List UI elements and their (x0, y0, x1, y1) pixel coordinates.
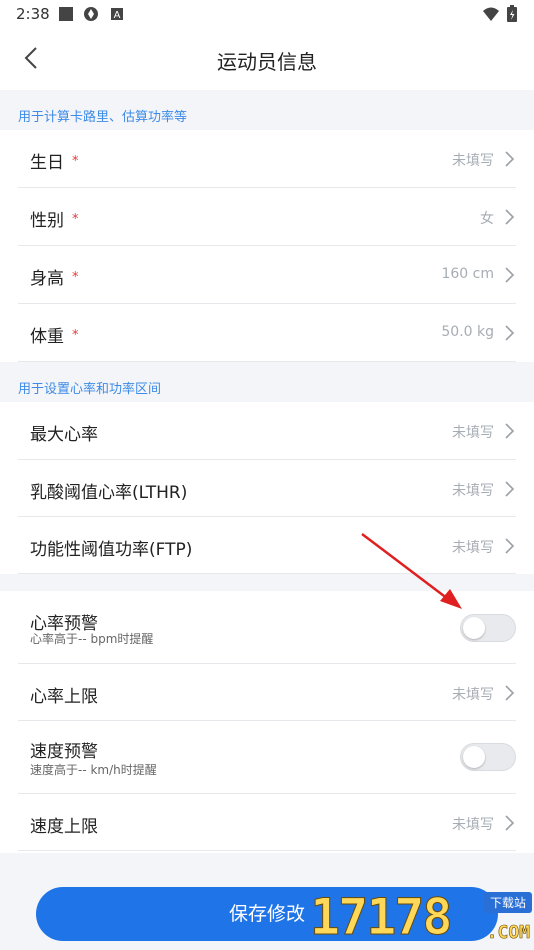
lthr-label: 乳酸阈值心率(LTHR) (30, 483, 188, 503)
chevron-right-icon (505, 538, 515, 554)
svg-text:A: A (114, 10, 121, 21)
height-row[interactable]: 身高 * 160 cm (18, 246, 516, 304)
max-heart-rate-label: 最大心率 (30, 425, 98, 445)
section-hint-zones: 用于设置心率和功率区间 (18, 382, 162, 397)
watermark-domain: .COM (486, 922, 530, 944)
required-mark: * (72, 212, 79, 227)
speed-limit-label: 速度上限 (30, 817, 98, 837)
a-notification-icon: A (111, 8, 123, 21)
watermark-badge: 下载站 (483, 892, 532, 913)
hr-alert-toggle[interactable] (460, 614, 516, 642)
speed-alert-label: 速度预警 (30, 742, 98, 762)
gender-row[interactable]: 性别 * 女 (18, 188, 516, 246)
section-hint-calories: 用于计算卡路里、估算功率等 (18, 110, 188, 125)
birthday-value: 未填写 (452, 153, 494, 169)
hr-alert-row: 心率预警 心率高于-- bpm时提醒 (18, 591, 516, 664)
weight-row[interactable]: 体重 * 50.0 kg (18, 304, 516, 362)
hr-limit-value: 未填写 (452, 687, 494, 703)
page-title: 运动员信息 (217, 50, 317, 74)
speed-alert-subtitle: 速度高于-- km/h时提醒 (30, 763, 157, 777)
birthday-label: 生日 * (30, 153, 79, 173)
zones-card: 最大心率 未填写 乳酸阈值心率(LTHR) 未填写 功能性阈值功率(FTP) 未… (0, 402, 534, 574)
basic-info-card: 生日 * 未填写 性别 * 女 身高 * 160 cm 体重 * 50.0 kg (0, 130, 534, 362)
chevron-right-icon (505, 815, 515, 831)
hr-alert-subtitle: 心率高于-- bpm时提醒 (30, 632, 154, 646)
height-label: 身高 * (30, 269, 79, 289)
watermark-logo: 17178 下载站 .COM (310, 888, 534, 950)
lthr-value: 未填写 (452, 483, 494, 499)
lthr-row[interactable]: 乳酸阈值心率(LTHR) 未填写 (18, 460, 516, 517)
ftp-row[interactable]: 功能性阈值功率(FTP) 未填写 (18, 517, 516, 574)
status-bar: 2:38 A (0, 0, 534, 28)
speed-alert-row: 速度预警 速度高于-- km/h时提醒 (18, 721, 516, 794)
gender-label: 性别 * (30, 211, 79, 231)
required-mark: * (72, 270, 79, 285)
status-time: 2:38 (16, 5, 50, 23)
chevron-right-icon (505, 481, 515, 497)
max-heart-rate-row[interactable]: 最大心率 未填写 (18, 402, 516, 460)
app-header: 运动员信息 (0, 28, 534, 90)
speed-alert-toggle[interactable] (460, 743, 516, 771)
watermark-digits: 17178 (310, 888, 454, 947)
gender-value: 女 (480, 211, 494, 227)
hr-limit-label: 心率上限 (30, 687, 98, 707)
notification-square-icon (59, 7, 73, 21)
app-notification-icon (84, 7, 98, 21)
required-mark: * (72, 154, 79, 169)
battery-icon (507, 5, 517, 22)
wifi-icon (483, 7, 499, 21)
speed-limit-value: 未填写 (452, 817, 494, 833)
birthday-row[interactable]: 生日 * 未填写 (18, 130, 516, 188)
ftp-label: 功能性阈值功率(FTP) (30, 540, 193, 560)
weight-value: 50.0 kg (441, 324, 494, 340)
chevron-right-icon (505, 685, 515, 701)
speed-limit-row[interactable]: 速度上限 未填写 (18, 794, 516, 851)
alerts-card: 心率预警 心率高于-- bpm时提醒 心率上限 未填写 速度预警 速度高于-- … (0, 591, 534, 853)
hr-limit-row[interactable]: 心率上限 未填写 (18, 664, 516, 721)
chevron-right-icon (505, 209, 515, 225)
required-mark: * (72, 328, 79, 343)
weight-label: 体重 * (30, 327, 79, 347)
chevron-right-icon (505, 423, 515, 439)
chevron-right-icon (505, 267, 515, 283)
chevron-right-icon (505, 325, 515, 341)
height-value: 160 cm (441, 266, 494, 282)
max-heart-rate-value: 未填写 (452, 425, 494, 441)
chevron-right-icon (505, 151, 515, 167)
toggle-knob (463, 617, 485, 639)
ftp-value: 未填写 (452, 540, 494, 556)
toggle-knob (463, 746, 485, 768)
